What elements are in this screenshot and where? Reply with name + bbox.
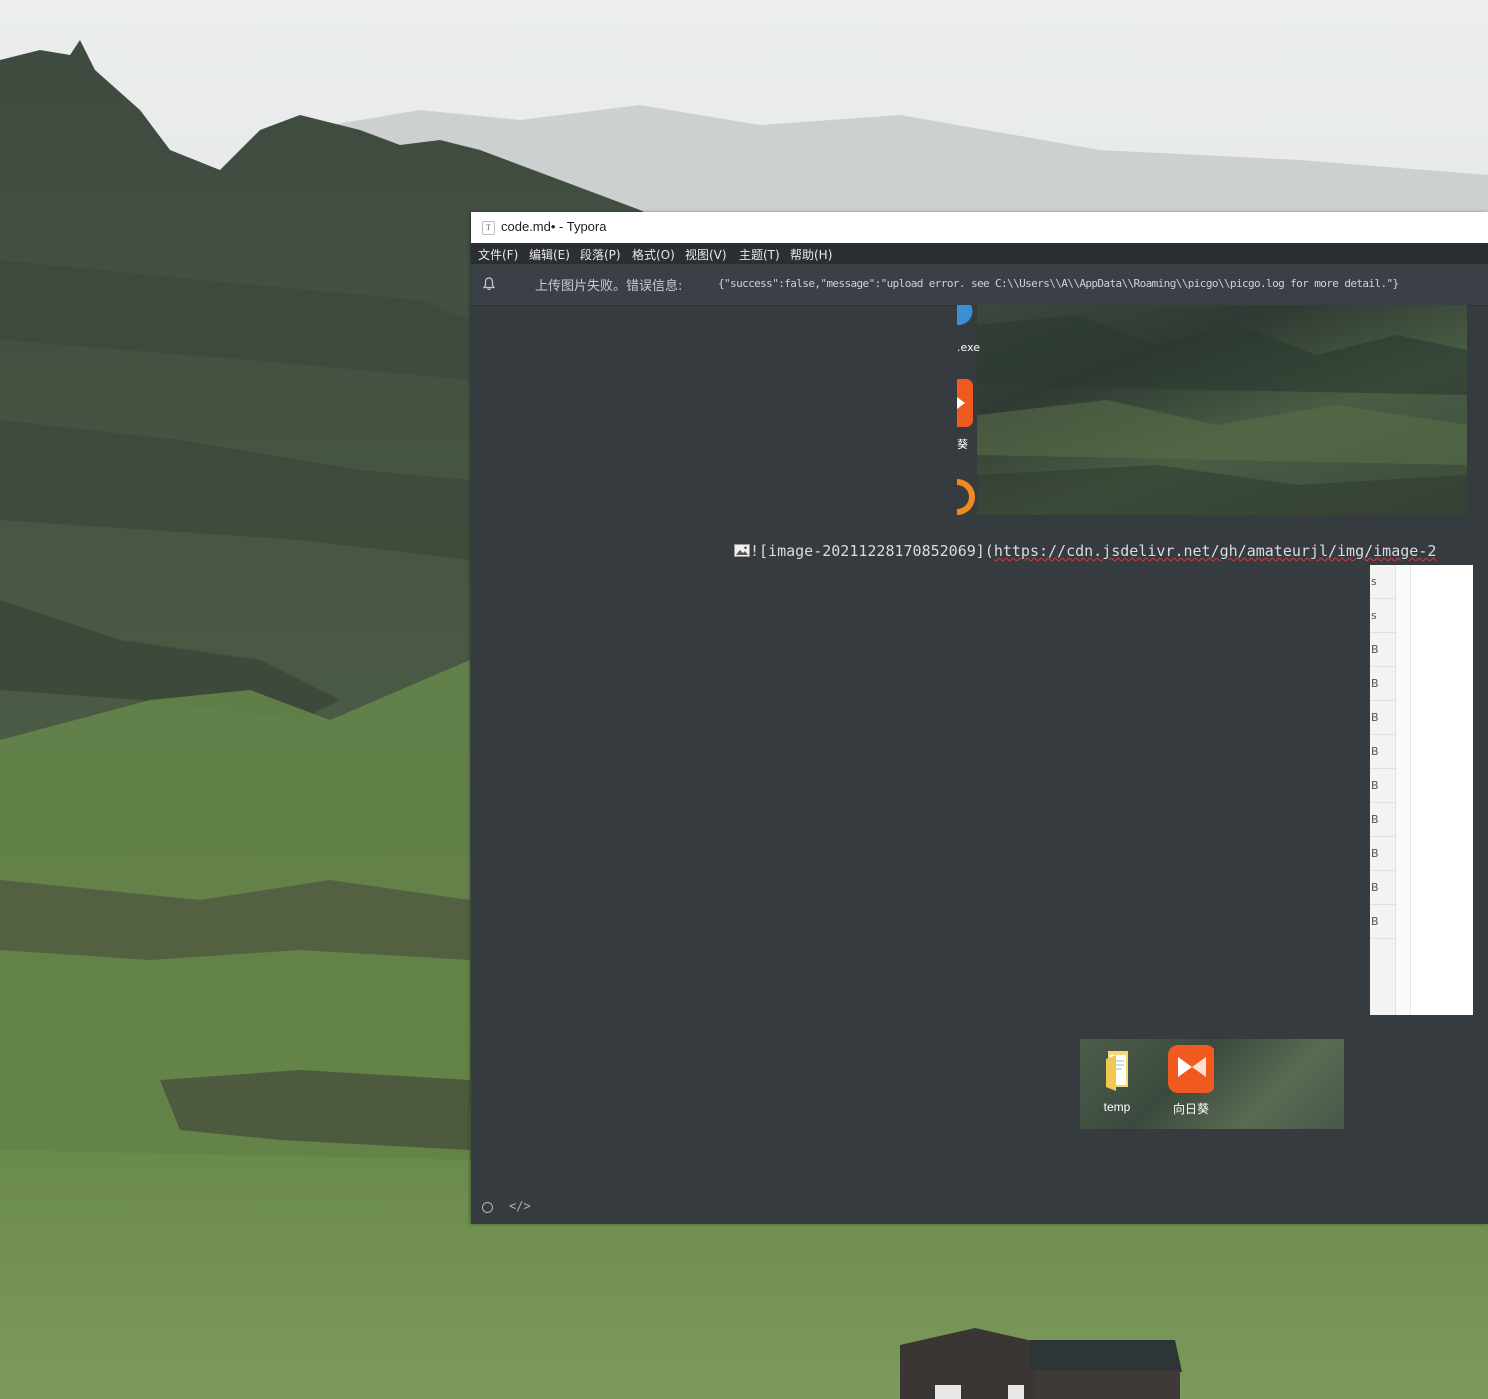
list-item: B bbox=[1370, 837, 1395, 871]
menu-theme[interactable]: 主题(T) bbox=[739, 246, 780, 263]
list-item: B bbox=[1370, 735, 1395, 769]
rock-texture bbox=[977, 315, 1467, 515]
typora-window: T code.md• - Typora 文件(F) 编辑(E) 段落(P) 格式… bbox=[471, 212, 1488, 1224]
menu-view[interactable]: 视图(V) bbox=[685, 246, 727, 263]
desktop-icon-temp: temp bbox=[1087, 1045, 1147, 1114]
menu-help[interactable]: 帮助(H) bbox=[790, 246, 832, 263]
embedded-image-desktop-top: .exe 葵 bbox=[957, 305, 1467, 515]
menu-format[interactable]: 格式(O) bbox=[632, 246, 675, 263]
menu-bar: 文件(F) 编辑(E) 段落(P) 格式(O) 视图(V) 主题(T) 帮助(H… bbox=[471, 243, 1488, 264]
sunlogin-label-partial: 葵 bbox=[957, 438, 968, 451]
desktop-icon-temp-label: temp bbox=[1103, 1100, 1131, 1114]
markdown-image-line[interactable]: ![image-20211228170852069](https://cdn.j… bbox=[734, 542, 1436, 560]
typora-app-icon: T bbox=[482, 221, 495, 235]
list-item: B bbox=[1370, 633, 1395, 667]
app-icon-orange-partial bbox=[957, 479, 975, 515]
markdown-image-alt: ![image-20211228170852069]( bbox=[750, 542, 994, 560]
exe-label: .exe bbox=[957, 341, 981, 354]
list-item: s bbox=[1370, 599, 1395, 633]
notification-label: 上传图片失败。错误信息: bbox=[535, 279, 683, 294]
sunlogin-icon bbox=[1168, 1045, 1216, 1093]
menu-file[interactable]: 文件(F) bbox=[478, 246, 518, 263]
image-icon bbox=[734, 544, 750, 557]
window-title: code.md• - Typora bbox=[501, 219, 607, 234]
menu-paragraph[interactable]: 段落(P) bbox=[580, 246, 621, 263]
markdown-image-url[interactable]: https://cdn.jsdelivr.net/gh/amateurjl/im… bbox=[994, 542, 1437, 560]
status-bar: </> bbox=[471, 1195, 1488, 1224]
title-bar[interactable]: T code.md• - Typora bbox=[471, 212, 1488, 244]
list-item: s bbox=[1370, 565, 1395, 599]
file-list-divider-column bbox=[1396, 565, 1411, 1015]
source-code-mode-toggle[interactable]: </> bbox=[509, 1199, 531, 1213]
desktop-icon-sunlogin-label: 向日葵 bbox=[1172, 1102, 1209, 1116]
list-item: B bbox=[1370, 667, 1395, 701]
upload-error-notification: 上传图片失败。错误信息: {"success":false,"message":… bbox=[471, 264, 1488, 306]
embedded-image-desktop-icons: temp 向日葵 bbox=[1080, 1039, 1344, 1129]
outline-toggle-icon[interactable] bbox=[482, 1202, 493, 1213]
list-item: B bbox=[1370, 871, 1395, 905]
notification-message: {"success":false,"message":"upload error… bbox=[718, 277, 1399, 290]
menu-edit[interactable]: 编辑(E) bbox=[529, 246, 570, 263]
folder-icon bbox=[1106, 1051, 1128, 1091]
desktop-icon-sunlogin: 向日葵 bbox=[1161, 1045, 1221, 1117]
list-item: B bbox=[1370, 803, 1395, 837]
bell-icon[interactable] bbox=[481, 276, 497, 292]
list-item: B bbox=[1370, 769, 1395, 803]
sunlogin-icon-partial bbox=[957, 379, 973, 427]
list-item: B bbox=[1370, 701, 1395, 735]
list-item: B bbox=[1370, 905, 1395, 939]
app-icon-blue-partial bbox=[957, 305, 973, 326]
embedded-image-file-list: s s B B B B B B B B B bbox=[1370, 565, 1473, 1015]
